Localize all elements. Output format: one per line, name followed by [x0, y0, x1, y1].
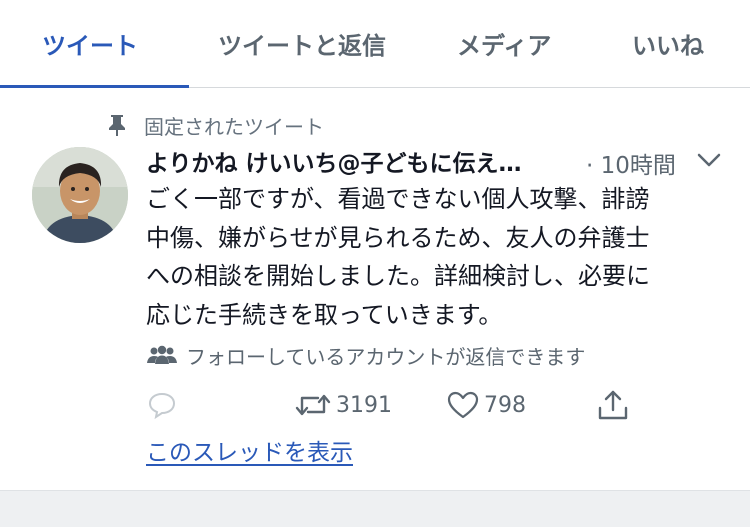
reply-restriction: フォローしているアカウントが返信できます	[146, 340, 585, 370]
tweet-text: ごく一部ですが、看過できない個人攻撃、誹謗 中傷、嫌がらせが見られるため、友人の…	[146, 185, 650, 329]
tweet-header: よりかね けいいち@子どもに伝え… · 10時間	[146, 144, 726, 180]
avatar-photo	[32, 147, 128, 243]
show-thread-link[interactable]: このスレッドを表示	[146, 433, 353, 467]
tab-media[interactable]: メディア	[457, 26, 551, 66]
reply-button[interactable]	[146, 385, 178, 425]
reply-restriction-text: フォローしているアカウントが返信できます	[186, 344, 586, 369]
author-name[interactable]: よりかね けいいち@子どもに伝え…	[146, 144, 522, 178]
share-icon	[598, 390, 628, 420]
pin-icon	[109, 115, 125, 136]
active-tab-indicator	[0, 85, 189, 88]
retweet-button[interactable]: 3191	[294, 385, 392, 425]
bottom-divider-bar	[0, 490, 750, 527]
like-count: 798	[484, 392, 526, 418]
tweet-time[interactable]: · 10時間	[586, 146, 676, 180]
tab-likes[interactable]: いいね	[632, 26, 704, 66]
pinned-label: 固定されたツイート	[144, 114, 324, 139]
retweet-icon	[295, 394, 331, 416]
share-button[interactable]	[596, 385, 630, 425]
reply-icon	[148, 392, 176, 420]
pinned-indicator: 固定されたツイート	[106, 110, 324, 140]
avatar[interactable]	[32, 147, 128, 243]
tab-tweets[interactable]: ツイート	[42, 26, 138, 66]
like-icon	[447, 391, 479, 419]
profile-tabs: ツイート ツイートと返信 メディア いいね	[0, 0, 750, 88]
profile-tweets-page: ツイート ツイートと返信 メディア いいね 固定されたツイート よりかね けいい…	[0, 0, 750, 527]
like-button[interactable]: 798	[446, 385, 526, 425]
chevron-down-icon[interactable]	[696, 150, 722, 170]
people-icon	[147, 345, 177, 364]
tab-tweets-and-replies[interactable]: ツイートと返信	[218, 26, 386, 66]
retweet-count: 3191	[336, 392, 392, 418]
tweet-actions: 3191 798	[146, 385, 646, 425]
